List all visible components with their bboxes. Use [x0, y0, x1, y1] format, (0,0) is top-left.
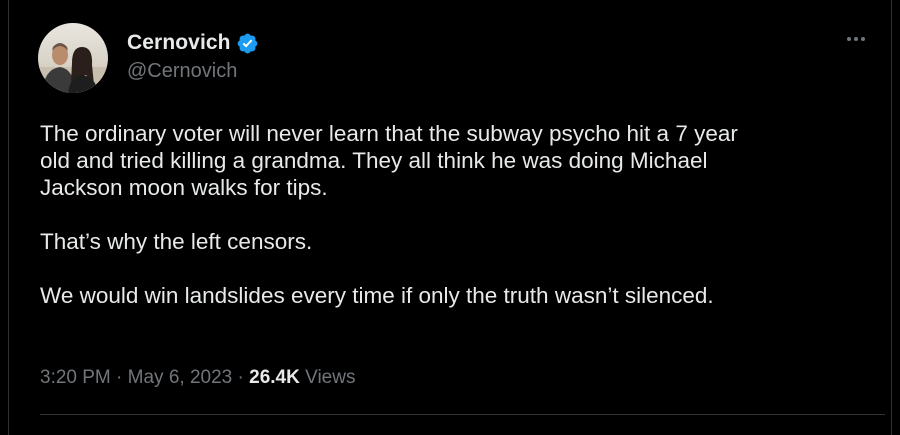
tweet-paragraph: The ordinary voter will never learn that… — [40, 121, 738, 200]
views-count[interactable]: 26.4K — [249, 367, 300, 388]
tweet-text: The ordinary voter will never learn that… — [40, 120, 860, 309]
views-label: Views — [305, 367, 356, 388]
avatar-photo — [38, 23, 108, 93]
tweet-time[interactable]: 3:20 PM — [40, 367, 111, 388]
tweet-card: Cernovich @Cernovich The ordinary voter … — [8, 0, 892, 435]
tweet-paragraph: That’s why the left censors. — [40, 229, 313, 254]
avatar[interactable] — [38, 23, 108, 93]
more-horizontal-icon[interactable] — [841, 30, 871, 48]
divider — [40, 414, 885, 415]
author-display-name[interactable]: Cernovich — [127, 31, 231, 55]
tweet-metadata: 3:20 PM · May 6, 2023 · 26.4K Views — [40, 367, 355, 389]
meta-separator: · — [116, 367, 123, 388]
meta-separator: · — [237, 367, 244, 388]
verified-badge-icon[interactable] — [236, 32, 259, 55]
tweet-paragraph: We would win landslides every time if on… — [40, 283, 714, 308]
author-handle[interactable]: @Cernovich — [127, 60, 237, 83]
author-name-row[interactable]: Cernovich — [127, 30, 259, 56]
tweet-date[interactable]: May 6, 2023 — [128, 367, 233, 388]
